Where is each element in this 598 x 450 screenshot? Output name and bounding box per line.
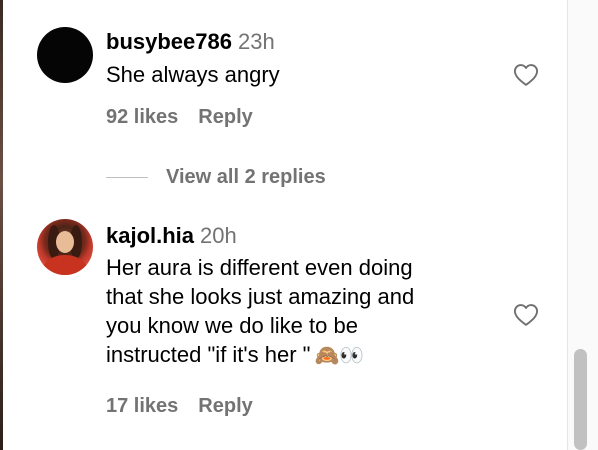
scrollbar-thumb[interactable] bbox=[574, 349, 587, 450]
comment-username[interactable]: kajol.hia bbox=[106, 223, 194, 248]
see-no-evil-eyes-emoji: 🙈👀 bbox=[314, 343, 365, 367]
reply-button[interactable]: Reply bbox=[198, 106, 252, 128]
likes-count[interactable]: 17 likes bbox=[106, 395, 178, 417]
comment-timestamp[interactable]: 23h bbox=[238, 29, 275, 54]
comment-username[interactable]: busybee786 bbox=[106, 29, 232, 54]
comment-item: busybee786 23h She always angry 92 likes R… bbox=[0, 0, 560, 140]
avatar[interactable] bbox=[37, 219, 93, 275]
comment-text: Her aura is different even doing that sh… bbox=[106, 255, 415, 367]
comments-panel: busybee786 23h She always angry 92 likes R… bbox=[0, 0, 598, 450]
heart-icon[interactable] bbox=[511, 301, 541, 329]
view-replies-label[interactable]: View all 2 replies bbox=[166, 166, 326, 189]
view-replies-link[interactable]: View all 2 replies bbox=[106, 164, 326, 190]
comment-timestamp[interactable]: 20h bbox=[200, 223, 237, 248]
heart-icon[interactable] bbox=[511, 61, 541, 89]
replies-divider bbox=[106, 176, 148, 178]
avatar[interactable] bbox=[37, 27, 93, 83]
comment-text: She always angry bbox=[106, 62, 280, 87]
comment-item: kajol.hia 20h Her aura is different even … bbox=[0, 210, 560, 440]
reply-button[interactable]: Reply bbox=[198, 395, 252, 417]
likes-count[interactable]: 92 likes bbox=[106, 106, 178, 128]
